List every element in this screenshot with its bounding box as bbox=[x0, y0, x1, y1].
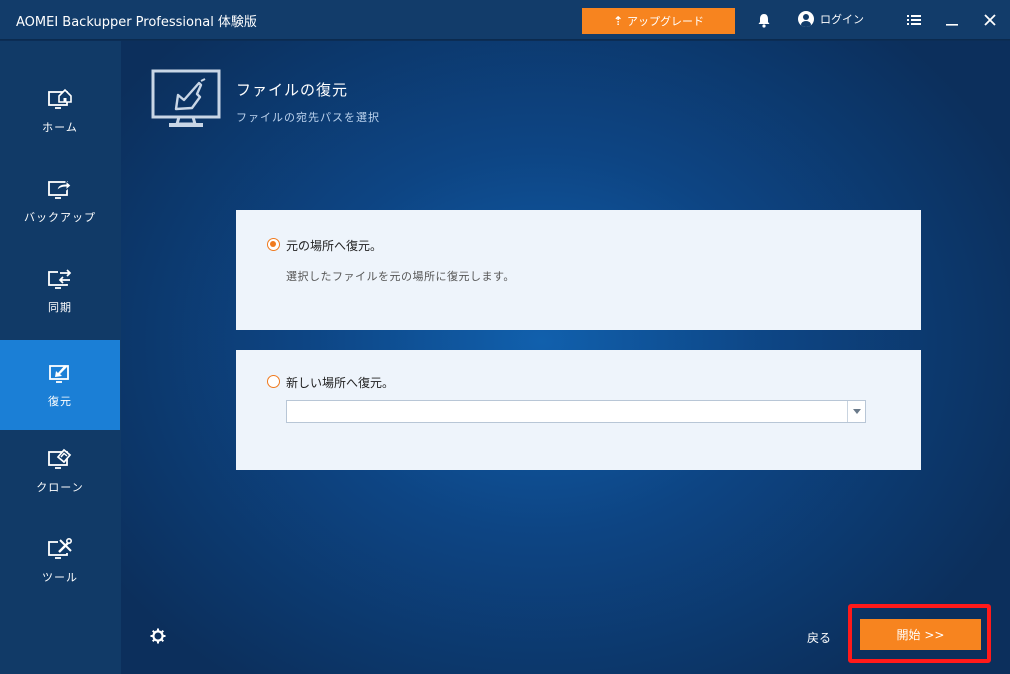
start-button-highlight: 開始 >> bbox=[848, 604, 991, 663]
start-button[interactable]: 開始 >> bbox=[860, 619, 981, 650]
sidebar-item-tools[interactable]: ツール bbox=[0, 516, 120, 606]
minimize-icon[interactable] bbox=[942, 10, 962, 30]
upgrade-button[interactable]: ⇡ アップグレード bbox=[582, 8, 735, 34]
restore-new-location-card[interactable]: 新しい場所へ復元。 bbox=[236, 350, 921, 470]
home-monitor-icon bbox=[48, 88, 72, 109]
page-subtitle: ファイルの宛先パスを選択 bbox=[236, 111, 380, 124]
restore-original-label[interactable]: 元の場所へ復元。 bbox=[286, 237, 382, 254]
login-label: ログイン bbox=[820, 13, 864, 26]
restore-original-location-card[interactable]: 元の場所へ復元。 選択したファイルを元の場所に復元します。 bbox=[236, 210, 921, 330]
sidebar: ホーム バックアップ 同期 復元 クローン ツール bbox=[0, 41, 121, 674]
restore-new-radio[interactable] bbox=[267, 375, 280, 388]
page-title: ファイルの復元 bbox=[236, 81, 349, 99]
file-restore-header-icon bbox=[151, 69, 221, 127]
upgrade-arrow-icon: ⇡ bbox=[612, 14, 624, 28]
sidebar-item-label: ツール bbox=[42, 571, 78, 584]
new-location-path-combobox[interactable] bbox=[286, 400, 866, 423]
tools-monitor-icon bbox=[48, 537, 72, 559]
user-avatar-icon bbox=[798, 11, 814, 27]
sidebar-item-label: クローン bbox=[36, 481, 84, 494]
sidebar-item-label: ホーム bbox=[42, 121, 78, 134]
sidebar-item-sync[interactable]: 同期 bbox=[0, 246, 120, 336]
gear-icon[interactable] bbox=[150, 628, 166, 644]
sidebar-item-label: 同期 bbox=[48, 301, 72, 314]
sync-monitor-icon bbox=[48, 269, 72, 289]
sidebar-item-restore[interactable]: 復元 bbox=[0, 340, 120, 430]
restore-original-description: 選択したファイルを元の場所に復元します。 bbox=[286, 270, 515, 283]
title-bar: AOMEI Backupper Professional 体験版 ⇡ アップグレ… bbox=[0, 0, 1010, 40]
main-panel: ファイルの復元 ファイルの宛先パスを選択 元の場所へ復元。 選択したファイルを元… bbox=[121, 41, 1010, 674]
sidebar-item-label: バックアップ bbox=[24, 211, 96, 224]
backup-monitor-icon bbox=[48, 179, 72, 199]
restore-new-label[interactable]: 新しい場所へ復元。 bbox=[286, 374, 394, 391]
upgrade-label: アップグレード bbox=[627, 15, 705, 28]
restore-monitor-icon bbox=[49, 365, 69, 383]
menu-icon[interactable] bbox=[904, 10, 924, 30]
sidebar-item-clone[interactable]: クローン bbox=[0, 426, 120, 516]
close-icon[interactable] bbox=[980, 10, 1000, 30]
back-button[interactable]: 戻る bbox=[807, 629, 831, 646]
chevron-down-icon[interactable] bbox=[847, 401, 865, 422]
sidebar-item-backup[interactable]: バックアップ bbox=[0, 156, 120, 246]
login-button[interactable]: ログイン bbox=[798, 11, 864, 27]
bell-icon[interactable] bbox=[754, 10, 774, 30]
sidebar-item-label: 復元 bbox=[48, 395, 72, 408]
clone-monitor-icon bbox=[48, 448, 72, 469]
app-title: AOMEI Backupper Professional 体験版 bbox=[16, 15, 257, 30]
sidebar-item-home[interactable]: ホーム bbox=[0, 66, 120, 156]
restore-original-radio[interactable] bbox=[267, 238, 280, 251]
